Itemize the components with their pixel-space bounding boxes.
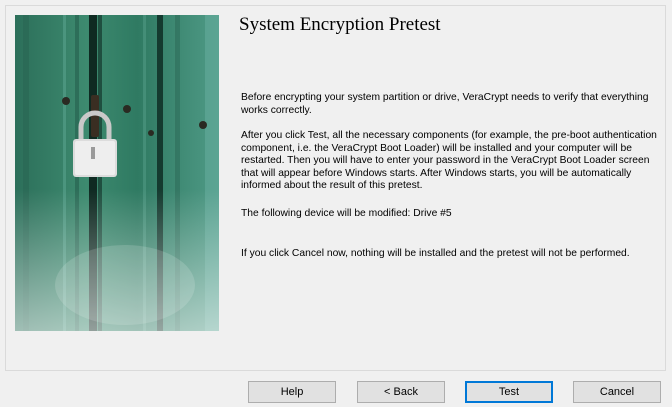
help-button[interactable]: Help [248, 381, 336, 403]
back-button[interactable]: < Back [357, 381, 445, 403]
page-title: System Encryption Pretest [239, 14, 441, 35]
test-button[interactable]: Test [465, 381, 553, 403]
intro-text: Before encrypting your system partition … [241, 92, 649, 116]
device-modified-text: The following device will be modified: D… [241, 208, 452, 219]
test-description-text: After you click Test, all the necessary … [241, 130, 657, 192]
cancel-note-text: If you click Cancel now, nothing will be… [241, 248, 630, 259]
cancel-button[interactable]: Cancel [573, 381, 661, 403]
padlock-door-image [15, 15, 219, 331]
